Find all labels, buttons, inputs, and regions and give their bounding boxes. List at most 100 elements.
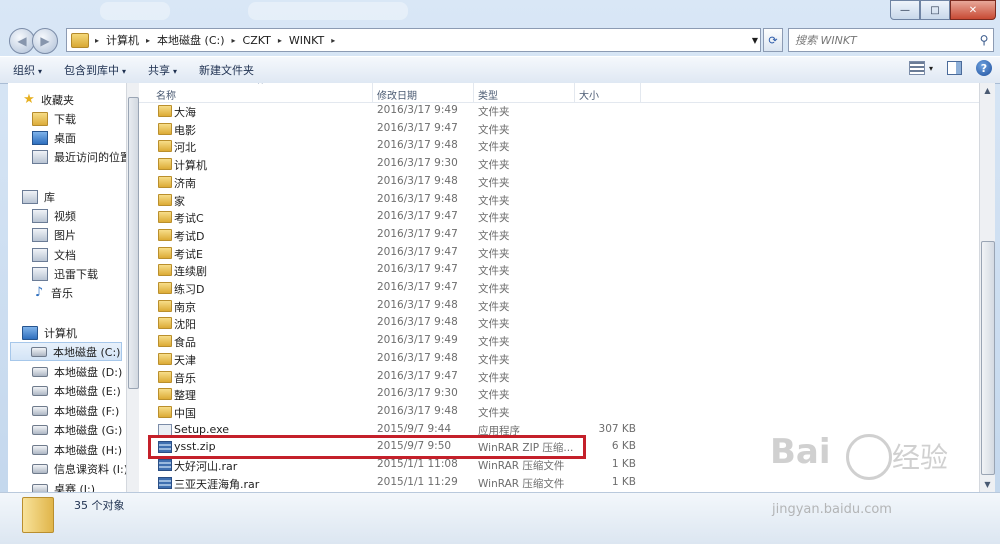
file-name: 大海 [174, 106, 196, 119]
nav-downloads[interactable]: 下载 [32, 109, 76, 128]
drive-icon [32, 463, 48, 474]
search-input[interactable]: 搜索 WINKT [789, 32, 975, 48]
scroll-up-icon[interactable]: ▲ [980, 83, 995, 98]
chevron-right-icon[interactable]: ▸ [276, 36, 284, 45]
column-divider[interactable] [640, 83, 641, 102]
help-icon[interactable]: ? [976, 60, 992, 76]
nav-music[interactable]: ♪ 音乐 [32, 283, 73, 302]
nav-scroll-thumb[interactable] [128, 97, 139, 389]
file-row[interactable]: 大海 2016/3/17 9:49 文件夹 [139, 102, 979, 119]
column-type[interactable]: 类型 [478, 87, 498, 102]
folder-icon [158, 229, 172, 241]
nav-recent[interactable]: 最近访问的位置 [32, 147, 126, 166]
chevron-right-icon[interactable]: ▸ [144, 36, 152, 45]
nav-drive-h[interactable]: 本地磁盘 (H:) [32, 440, 122, 459]
document-icon [32, 247, 48, 262]
nav-drive-j[interactable]: 桌赛 (J:) [32, 479, 95, 492]
file-row[interactable]: 计算机 2016/3/17 9:30 文件夹 [139, 155, 979, 172]
search-icon[interactable]: ⚲ [975, 33, 993, 47]
view-options-button[interactable]: ▾ [908, 61, 933, 75]
nav-drive-e[interactable]: 本地磁盘 (E:) [32, 381, 121, 400]
file-row[interactable]: 食品 2016/3/17 9:49 文件夹 [139, 332, 979, 349]
breadcrumb-computer[interactable]: 计算机 [101, 32, 144, 48]
column-divider[interactable] [473, 83, 474, 102]
back-arrow-icon: ◀ [17, 34, 27, 48]
file-row[interactable]: 电影 2016/3/17 9:47 文件夹 [139, 120, 979, 137]
nav-label: 库 [44, 190, 55, 204]
file-row[interactable]: 河北 2016/3/17 9:48 文件夹 [139, 137, 979, 154]
scroll-down-icon[interactable]: ▼ [980, 477, 995, 492]
address-bar[interactable]: ▸ 计算机 ▸ 本地磁盘 (C:) ▸ CZKT ▸ WINKT ▸ ▼ [66, 28, 761, 52]
nav-favorites[interactable]: ★ 收藏夹 [22, 90, 74, 109]
drive-icon [32, 483, 48, 492]
file-type: 文件夹 [478, 212, 510, 224]
nav-drive-f[interactable]: 本地磁盘 (F:) [32, 401, 119, 420]
chevron-down-icon: ▾ [173, 67, 178, 76]
file-row[interactable]: 家 2016/3/17 9:48 文件夹 [139, 191, 979, 208]
search-box[interactable]: 搜索 WINKT ⚲ [788, 28, 994, 52]
file-row[interactable]: 天津 2016/3/17 9:48 文件夹 [139, 350, 979, 367]
file-name: 大好河山.rar [174, 460, 238, 473]
file-row[interactable]: 考试D 2016/3/17 9:47 文件夹 [139, 226, 979, 243]
file-type: 文件夹 [478, 407, 510, 419]
chevron-right-icon[interactable]: ▸ [329, 36, 337, 45]
close-button[interactable]: ✕ [950, 0, 996, 20]
minimize-button[interactable]: — [890, 0, 920, 20]
file-row[interactable]: 音乐 2016/3/17 9:47 文件夹 [139, 368, 979, 385]
refresh-button[interactable]: ⟳ [763, 28, 783, 52]
nav-drive-i[interactable]: 信息课资料 (I:) [32, 459, 126, 478]
new-folder-button[interactable]: 新建文件夹 [190, 62, 263, 78]
file-type: 文件夹 [478, 354, 510, 366]
breadcrumb-czkt[interactable]: CZKT [238, 34, 276, 47]
nav-desktop[interactable]: 桌面 [32, 128, 76, 147]
file-row[interactable]: 南京 2016/3/17 9:48 文件夹 [139, 297, 979, 314]
file-modified: 2016/3/17 9:47 [377, 281, 458, 293]
preview-pane-icon[interactable] [947, 61, 962, 75]
nav-thunder[interactable]: 迅雷下载 [32, 264, 98, 283]
nav-computer[interactable]: 计算机 [22, 323, 77, 342]
chevron-right-icon[interactable]: ▸ [93, 36, 101, 45]
file-row[interactable]: 三亚天涯海角.rar 2015/1/1 11:29 WinRAR 压缩文件 1 KB [139, 474, 979, 491]
column-size[interactable]: 大小 [579, 87, 599, 102]
file-name: 考试D [174, 230, 205, 243]
nav-drive-d[interactable]: 本地磁盘 (D:) [32, 362, 122, 381]
file-row[interactable]: 中国 2016/3/17 9:48 文件夹 [139, 403, 979, 420]
breadcrumb-winkt[interactable]: WINKT [284, 34, 329, 47]
file-row[interactable]: 连续剧 2016/3/17 9:47 文件夹 [139, 261, 979, 278]
column-divider[interactable] [372, 83, 373, 102]
chevron-down-icon: ▾ [38, 67, 43, 76]
nav-pictures[interactable]: 图片 [32, 225, 76, 244]
nav-scrollbar[interactable] [126, 83, 139, 492]
folder-icon [158, 388, 172, 400]
file-row[interactable]: 济南 2016/3/17 9:48 文件夹 [139, 173, 979, 190]
file-row[interactable]: 考试E 2016/3/17 9:47 文件夹 [139, 244, 979, 261]
organize-button[interactable]: 组织 ▾ [4, 62, 51, 78]
winrar-archive-icon [158, 459, 172, 471]
file-row[interactable]: 考试C 2016/3/17 9:47 文件夹 [139, 208, 979, 225]
column-name[interactable]: 名称 [156, 87, 176, 102]
file-name: 电影 [174, 124, 196, 137]
forward-button[interactable]: ▶ [32, 28, 58, 54]
scroll-thumb[interactable] [981, 241, 995, 475]
nav-drive-c[interactable]: 本地磁盘 (C:) [10, 342, 122, 361]
breadcrumb-drive-c[interactable]: 本地磁盘 (C:) [152, 32, 229, 48]
chevron-down-icon[interactable]: ▼ [752, 36, 758, 45]
folder-icon [158, 406, 172, 418]
include-in-library-button[interactable]: 包含到库中 ▾ [55, 62, 135, 78]
maximize-button[interactable]: □ [920, 0, 950, 20]
nav-videos[interactable]: 视频 [32, 206, 76, 225]
chevron-right-icon[interactable]: ▸ [230, 36, 238, 45]
file-row[interactable]: 沈阳 2016/3/17 9:48 文件夹 [139, 314, 979, 331]
column-modified[interactable]: 修改日期 [377, 87, 417, 102]
nav-drive-g[interactable]: 本地磁盘 (G:) [32, 420, 122, 439]
column-divider[interactable] [574, 83, 575, 102]
file-list-scrollbar[interactable]: ▲ ▼ [979, 83, 995, 492]
file-modified: 2016/3/17 9:47 [377, 246, 458, 258]
file-type: 文件夹 [478, 230, 510, 242]
nav-label: 下载 [54, 112, 76, 126]
nav-documents[interactable]: 文档 [32, 245, 76, 264]
file-row[interactable]: 整理 2016/3/17 9:30 文件夹 [139, 385, 979, 402]
file-row[interactable]: 练习D 2016/3/17 9:47 文件夹 [139, 279, 979, 296]
share-button[interactable]: 共享 ▾ [139, 62, 186, 78]
nav-libraries[interactable]: 库 [22, 187, 55, 206]
